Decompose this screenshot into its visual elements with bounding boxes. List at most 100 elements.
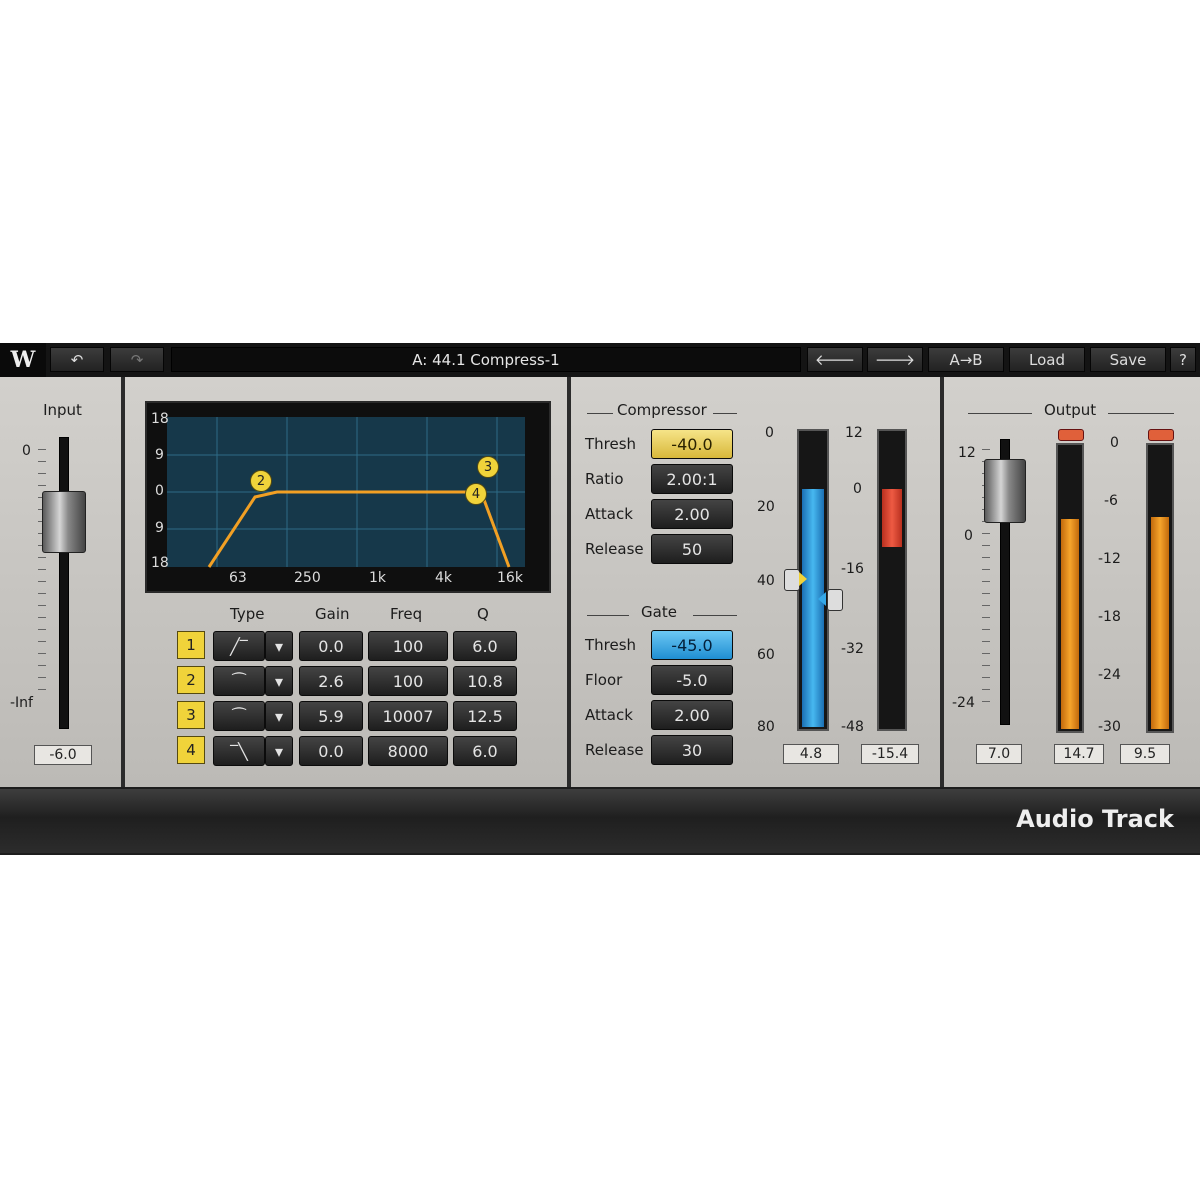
eq-header-type: Type — [230, 605, 265, 623]
eq-band-3-toggle[interactable]: 3 — [177, 701, 205, 729]
comp-thresh-label: Thresh — [585, 435, 637, 453]
redo-button[interactable]: ↷ — [110, 347, 164, 372]
output-fader-scale: -24 — [952, 695, 975, 711]
prev-preset-button[interactable]: 🡐 — [807, 347, 863, 372]
gate-thresh-slider-handle[interactable] — [827, 589, 843, 611]
eq-band-2-toggle[interactable]: 2 — [177, 666, 205, 694]
eq-band-marker-2[interactable]: 2 — [250, 470, 272, 492]
eq-band-3-q[interactable]: 12.5 — [453, 701, 517, 731]
output-title: Output — [1044, 401, 1097, 419]
eq-band-2-gain[interactable]: 2.6 — [299, 666, 363, 696]
save-button[interactable]: Save — [1090, 347, 1166, 372]
comp-thresh-arrow-icon — [799, 572, 807, 586]
input-fader-handle[interactable] — [42, 491, 86, 553]
eq-header-q: Q — [477, 605, 489, 623]
output-meter-left-value[interactable]: 14.7 — [1054, 744, 1104, 764]
preset-name-display[interactable]: A: 44.1 Compress-1 — [171, 347, 801, 372]
output-fader-handle[interactable] — [984, 459, 1026, 523]
eq-y-label: 9 — [155, 520, 164, 536]
gate-release-label: Release — [585, 741, 644, 759]
divider — [1108, 413, 1174, 414]
level-meter — [877, 429, 907, 731]
output-meter-scale: -18 — [1098, 609, 1121, 625]
plugin-name: Audio Track — [1016, 805, 1174, 833]
toolbar: W ↶ ↷ A: 44.1 Compress-1 🡐 🡒 A→B Load Sa… — [0, 343, 1200, 377]
gate-attack-value[interactable]: 2.00 — [651, 700, 733, 730]
eq-band-3-gain[interactable]: 5.9 — [299, 701, 363, 731]
eq-band-marker-3[interactable]: 3 — [477, 456, 499, 478]
comp-release-value[interactable]: 50 — [651, 534, 733, 564]
comp-attack-value[interactable]: 2.00 — [651, 499, 733, 529]
next-preset-button[interactable]: 🡒 — [867, 347, 923, 372]
divider — [587, 413, 613, 414]
output-fader-scale: 12 — [958, 445, 976, 461]
eq-panel: 18 9 0 9 18 63 250 1k 4k 16k 2 3 4 Type … — [125, 377, 571, 787]
output-fader-value[interactable]: 7.0 — [976, 744, 1022, 764]
comp-thresh-value[interactable]: -40.0 — [651, 429, 733, 459]
eq-band-4-gain[interactable]: 0.0 — [299, 736, 363, 766]
eq-band-1-freq[interactable]: 100 — [368, 631, 448, 661]
dyn-left-scale: 80 — [757, 719, 775, 735]
dyn-left-scale: 20 — [757, 499, 775, 515]
eq-band-4-freq[interactable]: 8000 — [368, 736, 448, 766]
comp-attack-label: Attack — [585, 505, 633, 523]
level-meter-fill — [882, 489, 902, 547]
eq-band-2-q[interactable]: 10.8 — [453, 666, 517, 696]
eq-graph[interactable]: 18 9 0 9 18 63 250 1k 4k 16k 2 3 4 — [145, 401, 551, 593]
gate-thresh-value[interactable]: -45.0 — [651, 630, 733, 660]
arrow-right-icon: 🡒 — [874, 351, 916, 369]
eq-band-1-q[interactable]: 6.0 — [453, 631, 517, 661]
input-scale-ticks — [38, 449, 46, 701]
eq-band-1-type-dropdown[interactable]: ▾ — [265, 631, 293, 661]
dyn-left-value: 4.8 — [783, 744, 839, 764]
undo-icon: ↶ — [70, 350, 84, 369]
eq-band-4-q[interactable]: 6.0 — [453, 736, 517, 766]
gate-title: Gate — [641, 603, 677, 621]
eq-band-3-type-dropdown[interactable]: ▾ — [265, 701, 293, 731]
dyn-left-scale: 60 — [757, 647, 775, 663]
eq-band-4-type-dropdown[interactable]: ▾ — [265, 736, 293, 766]
dyn-right-scale: -32 — [841, 641, 864, 657]
clip-indicator-left[interactable] — [1058, 429, 1084, 441]
output-meter-right-fill — [1151, 517, 1169, 729]
eq-y-label: 18 — [151, 411, 169, 427]
eq-band-2-freq[interactable]: 100 — [368, 666, 448, 696]
eq-band-1-toggle[interactable]: 1 — [177, 631, 205, 659]
eq-band-1-type[interactable]: ╱‾ — [213, 631, 265, 661]
dyn-right-scale: 0 — [853, 481, 862, 497]
eq-x-label: 250 — [294, 570, 321, 586]
eq-band-marker-4[interactable]: 4 — [465, 483, 487, 505]
divider — [587, 615, 629, 616]
input-panel: Input 0 -Inf -6.0 — [0, 377, 125, 787]
eq-band-2-type-dropdown[interactable]: ▾ — [265, 666, 293, 696]
eq-header-gain: Gain — [315, 605, 350, 623]
eq-band-1-gain[interactable]: 0.0 — [299, 631, 363, 661]
bell-shape-icon: ⁀ — [232, 706, 246, 726]
comp-ratio-value[interactable]: 2.00:1 — [651, 464, 733, 494]
input-scale-top: 0 — [22, 443, 31, 459]
chevron-down-icon: ▾ — [274, 741, 284, 761]
eq-band-4-toggle[interactable]: 4 — [177, 736, 205, 764]
eq-band-2-type[interactable]: ⁀ — [213, 666, 265, 696]
clip-indicator-right[interactable] — [1148, 429, 1174, 441]
help-button[interactable]: ? — [1170, 347, 1196, 372]
eq-y-label: 18 — [151, 555, 169, 571]
comp-thresh-slider-handle[interactable] — [784, 569, 800, 591]
eq-x-label: 4k — [435, 570, 453, 586]
dyn-left-scale: 40 — [757, 573, 775, 589]
redo-icon: ↷ — [130, 350, 144, 369]
eq-band-3-type[interactable]: ⁀ — [213, 701, 265, 731]
undo-button[interactable]: ↶ — [50, 347, 104, 372]
output-meter-right-value[interactable]: 9.5 — [1120, 744, 1170, 764]
ab-button[interactable]: A→B — [928, 347, 1004, 372]
gate-release-value[interactable]: 30 — [651, 735, 733, 765]
load-button[interactable]: Load — [1009, 347, 1085, 372]
gate-floor-value[interactable]: -5.0 — [651, 665, 733, 695]
eq-y-label: 0 — [155, 483, 164, 499]
eq-x-label: 1k — [369, 570, 387, 586]
eq-band-3-freq[interactable]: 10007 — [368, 701, 448, 731]
chevron-down-icon: ▾ — [274, 671, 284, 691]
eq-band-4-type[interactable]: ‾╲ — [213, 736, 265, 766]
gate-attack-label: Attack — [585, 706, 633, 724]
input-value[interactable]: -6.0 — [34, 745, 92, 765]
